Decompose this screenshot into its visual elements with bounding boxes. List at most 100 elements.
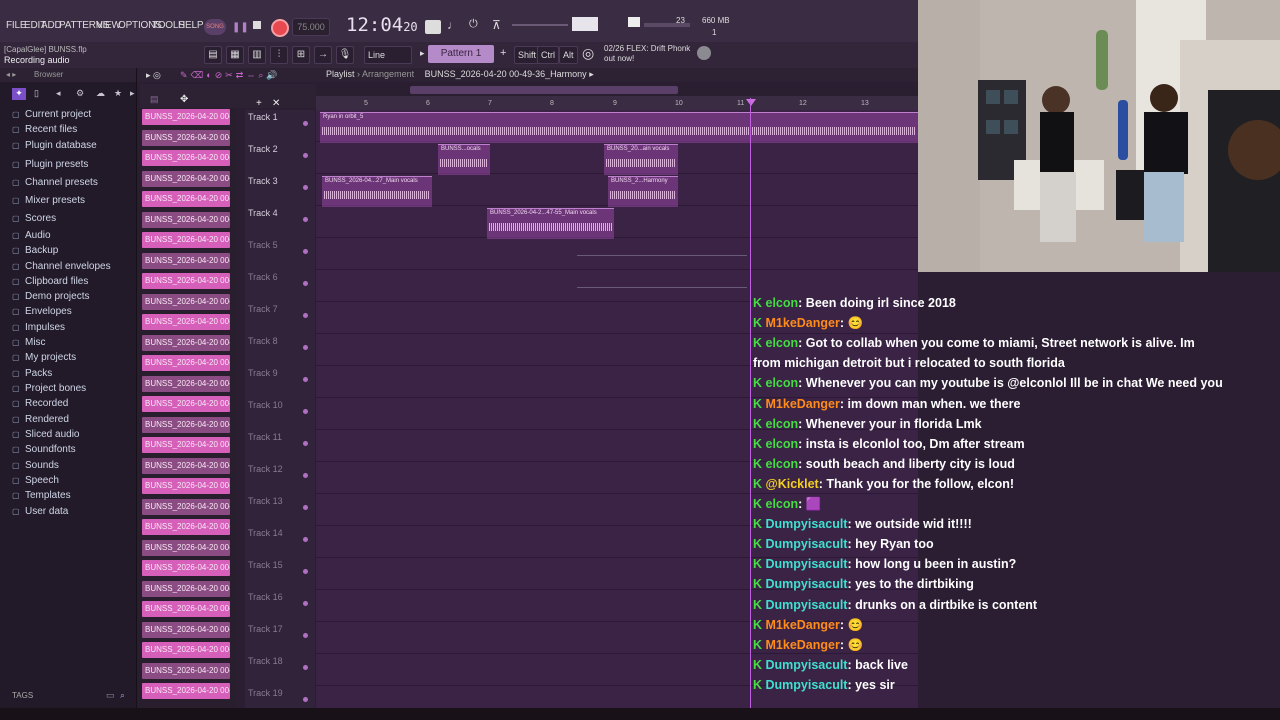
browser-item[interactable]: ▢ User data bbox=[12, 506, 68, 517]
audio-clip[interactable]: BUNSS_2026-04-2...47-55_Main vocals bbox=[487, 208, 614, 239]
browser-all-icon[interactable]: ✦ bbox=[12, 88, 26, 100]
browser-item[interactable]: ▢ Audio bbox=[12, 230, 51, 241]
chat-username[interactable]: Dumpyisacult bbox=[766, 517, 848, 531]
track-name[interactable]: Track 8 bbox=[248, 336, 278, 346]
channel-button[interactable]: BUNSS_2026-04-20 00-4... bbox=[142, 375, 230, 392]
menu-help[interactable]: HELP bbox=[178, 20, 204, 31]
chat-username[interactable]: elcon bbox=[766, 296, 799, 310]
scrollbar-thumb[interactable] bbox=[410, 86, 678, 94]
tempo-display[interactable]: 75.000 bbox=[292, 18, 330, 36]
channel-button[interactable]: BUNSS_2026-04-20 00-4... bbox=[142, 232, 230, 248]
audio-clip[interactable]: BUNSS_2...Harmony bbox=[608, 176, 678, 207]
browser-cloud-icon[interactable]: ☁ bbox=[96, 88, 105, 99]
chat-username[interactable]: elcon bbox=[766, 437, 799, 451]
browser-item[interactable]: ▢ Channel presets bbox=[12, 177, 98, 188]
browser-item[interactable]: ▢ Demo projects bbox=[12, 291, 89, 302]
audio-clip[interactable]: BUNSS_20...ain vocals bbox=[604, 144, 678, 175]
browser-item[interactable]: ▢ Sliced audio bbox=[12, 429, 79, 440]
chat-username[interactable]: M1keDanger bbox=[766, 638, 840, 652]
song-mode-toggle[interactable]: SONG bbox=[204, 19, 226, 35]
track-name[interactable]: Track 5 bbox=[248, 240, 278, 250]
browser-item[interactable]: ▢ Plugin presets bbox=[12, 159, 88, 170]
microphone-icon[interactable]: 🎙 bbox=[336, 46, 354, 64]
add-track-icon[interactable]: + bbox=[256, 98, 262, 109]
metronome-icon[interactable]: ♩ bbox=[447, 18, 459, 32]
browser-item[interactable]: ▢ My projects bbox=[12, 352, 76, 363]
channel-button[interactable]: BUNSS_2026-04-20 00-4... bbox=[142, 273, 230, 289]
browser-item[interactable]: ▢ Scores bbox=[12, 213, 56, 224]
track-name[interactable]: Track 2 bbox=[248, 144, 278, 154]
browser-item[interactable]: ▢ Channel envelopes bbox=[12, 261, 111, 272]
track-mute-led[interactable] bbox=[303, 537, 308, 542]
track-name[interactable]: Track 10 bbox=[248, 400, 283, 410]
chat-username[interactable]: Dumpyisacult bbox=[766, 537, 848, 551]
audio-clip[interactable]: BUNSS...ocals bbox=[438, 144, 490, 175]
countdown-icon[interactable]: ⊼ bbox=[492, 18, 501, 32]
track-mute-led[interactable] bbox=[303, 377, 308, 382]
browser-item[interactable]: ▢ Rendered bbox=[12, 414, 69, 425]
pan-tool-icon[interactable]: ✥ bbox=[180, 94, 188, 105]
channel-button[interactable]: BUNSS_2026-04-20 00-4... bbox=[142, 437, 230, 453]
track-name[interactable]: Track 1 bbox=[248, 112, 278, 122]
playhead-marker-icon[interactable] bbox=[746, 99, 756, 106]
audio-clip[interactable]: BUNSS_2026-04...27_Main vocals bbox=[322, 176, 432, 207]
channel-button[interactable]: BUNSS_2026-04-20 00-4... bbox=[142, 457, 230, 474]
chat-username[interactable]: Dumpyisacult bbox=[766, 658, 848, 672]
browser-item[interactable]: ▢ Envelopes bbox=[12, 306, 72, 317]
channel-button[interactable]: BUNSS_2026-04-20 00-4... bbox=[142, 478, 230, 494]
pattern-add-icon[interactable]: + bbox=[500, 47, 506, 59]
browser-item[interactable]: ▢ Speech bbox=[12, 475, 59, 486]
alt-key[interactable]: Alt bbox=[559, 46, 578, 64]
chat-username[interactable]: elcon bbox=[766, 417, 799, 431]
channel-button[interactable]: BUNSS_2026-04-20 00-4... bbox=[142, 355, 230, 371]
news-icon[interactable]: ◎ bbox=[582, 45, 594, 62]
ctrl-key[interactable]: Ctrl bbox=[537, 46, 559, 64]
track-mute-led[interactable] bbox=[303, 473, 308, 478]
channel-button[interactable]: BUNSS_2026-04-20 00-4... bbox=[142, 150, 230, 166]
browser-item[interactable]: ▢ Recorded bbox=[12, 398, 68, 409]
plugin-picker-icon[interactable]: ⊞ bbox=[292, 46, 310, 64]
track-mute-led[interactable] bbox=[303, 313, 308, 318]
mixer-icon[interactable]: ⫶ bbox=[270, 46, 288, 64]
browser-item[interactable]: ▢ Recent files bbox=[12, 124, 77, 135]
remove-track-icon[interactable]: ✕ bbox=[272, 98, 280, 109]
playlist-scrollbar[interactable] bbox=[316, 84, 918, 96]
chat-username[interactable]: Dumpyisacult bbox=[766, 557, 848, 571]
chat-username[interactable]: M1keDanger bbox=[766, 618, 840, 632]
track-name[interactable]: Track 19 bbox=[248, 688, 283, 698]
channel-button[interactable]: BUNSS_2026-04-20 00-4... bbox=[142, 191, 230, 207]
chat-username[interactable]: M1keDanger bbox=[766, 397, 840, 411]
playlist-breadcrumb[interactable]: BUNSS_2026-04-20 00-49-36_Harmony bbox=[425, 69, 587, 79]
piano-roll-icon[interactable]: ▦ bbox=[226, 46, 244, 64]
channel-button[interactable]: BUNSS_2026-04-20 00-4... bbox=[142, 580, 230, 597]
browser-item[interactable]: ▢ Impulses bbox=[12, 322, 65, 333]
browser-item[interactable]: ▢ Sounds bbox=[12, 460, 59, 471]
track-mute-led[interactable] bbox=[303, 153, 308, 158]
chat-username[interactable]: Dumpyisacult bbox=[766, 678, 848, 692]
chat-username[interactable]: elcon bbox=[766, 497, 799, 511]
channel-button[interactable]: BUNSS_2026-04-20 00-4... bbox=[142, 293, 230, 310]
browser-back-icon[interactable]: ◂ bbox=[56, 88, 61, 99]
browser-item[interactable]: ▢ Current project bbox=[12, 109, 91, 120]
playlist-window-icon[interactable]: ▤ bbox=[204, 46, 222, 64]
audio-clip[interactable]: Ryan in orbit_5 bbox=[320, 112, 918, 143]
tags-folder-icon[interactable]: ▭ bbox=[106, 690, 115, 701]
track-mute-led[interactable] bbox=[303, 697, 308, 702]
track-name[interactable]: Track 4 bbox=[248, 208, 278, 218]
browser-menu-icon[interactable]: ▸ bbox=[130, 88, 135, 99]
tags-search-icon[interactable]: ⌕ bbox=[120, 690, 125, 701]
track-name[interactable]: Track 3 bbox=[248, 176, 278, 186]
browser-item[interactable]: ▢ Project bones bbox=[12, 383, 86, 394]
channel-button[interactable]: BUNSS_2026-04-20 00-4... bbox=[142, 539, 230, 556]
track-mute-led[interactable] bbox=[303, 185, 308, 190]
track-mute-led[interactable] bbox=[303, 601, 308, 606]
channel-rack-icon[interactable]: ▥ bbox=[248, 46, 266, 64]
channel-button[interactable]: BUNSS_2026-04-20 00-4... bbox=[142, 170, 230, 187]
browser-arrows-icon[interactable]: ◂ ▸ bbox=[6, 70, 16, 79]
track-mute-led[interactable] bbox=[303, 281, 308, 286]
track-name[interactable]: Track 13 bbox=[248, 496, 283, 506]
stop-button[interactable] bbox=[253, 21, 261, 29]
track-name[interactable]: Track 14 bbox=[248, 528, 283, 538]
browser-item[interactable]: ▢ Mixer presets bbox=[12, 195, 85, 206]
chat-username[interactable]: Dumpyisacult bbox=[766, 598, 848, 612]
